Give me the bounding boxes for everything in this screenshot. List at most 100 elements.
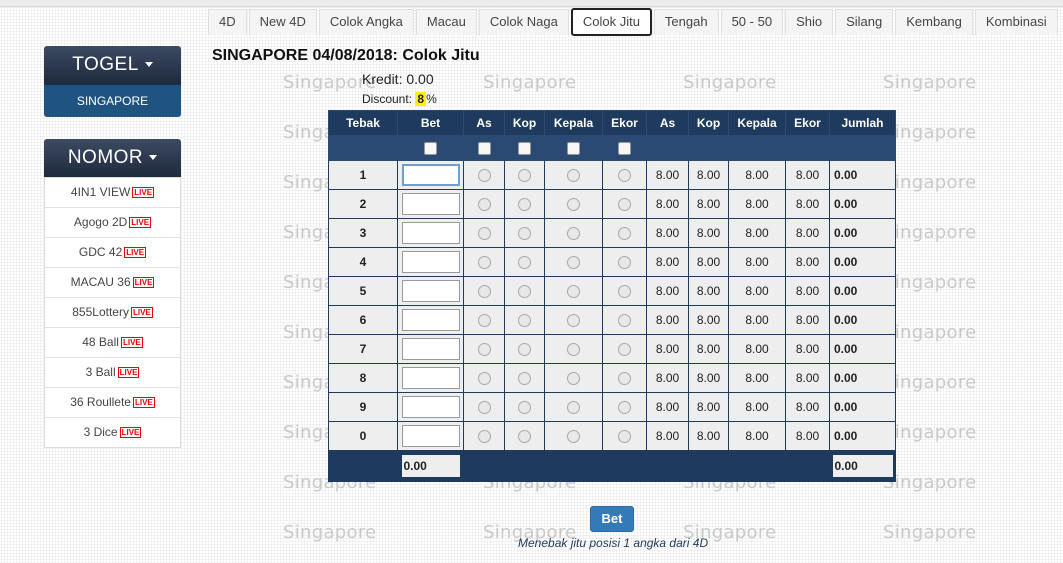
- ekor-radio[interactable]: [618, 314, 631, 328]
- as-radio[interactable]: [477, 227, 491, 241]
- ekor-radio[interactable]: [618, 256, 631, 270]
- as-radio[interactable]: [477, 343, 491, 357]
- bet-input[interactable]: [401, 309, 460, 331]
- kop-radio[interactable]: [518, 372, 531, 386]
- togel-panel: TOGEL SINGAPORE: [44, 46, 181, 117]
- bet-button[interactable]: Bet: [590, 506, 634, 532]
- kop-radio[interactable]: [518, 343, 531, 357]
- watermark-text: Singapore: [883, 372, 977, 393]
- bet-input[interactable]: [401, 338, 460, 360]
- bet-input[interactable]: [401, 425, 460, 447]
- empty-cell: [544, 450, 603, 482]
- kepala-radio[interactable]: [567, 314, 580, 328]
- nomor-dropdown[interactable]: NOMOR: [44, 139, 181, 177]
- empty-cell: [602, 450, 647, 482]
- kepala-radio[interactable]: [567, 372, 580, 386]
- kop-radio[interactable]: [518, 285, 531, 299]
- ekor-radio[interactable]: [618, 343, 631, 357]
- bet-input[interactable]: [401, 193, 460, 215]
- kop-radio[interactable]: [518, 198, 531, 212]
- kepala-radio[interactable]: [567, 227, 580, 241]
- kepala-radio[interactable]: [567, 401, 580, 415]
- tab-macau[interactable]: Macau: [415, 9, 477, 35]
- as-radio[interactable]: [477, 430, 491, 444]
- ekor-radio[interactable]: [618, 169, 631, 183]
- nomor-item[interactable]: GDC 42 LIVE: [45, 237, 180, 267]
- discount-value: 8: [415, 92, 427, 106]
- nomor-item[interactable]: 3 Ball LIVE: [45, 357, 180, 387]
- as-radio[interactable]: [477, 285, 491, 299]
- kop-radio-cell: [504, 392, 545, 422]
- ekor-radio[interactable]: [618, 285, 631, 299]
- kop-radio[interactable]: [518, 314, 531, 328]
- as-radio[interactable]: [477, 401, 491, 415]
- kepala-radio-cell: [544, 218, 603, 248]
- kop-radio[interactable]: [518, 401, 531, 415]
- tab-silang[interactable]: Silang: [835, 9, 894, 35]
- tab-kombinasi[interactable]: Kombinasi: [974, 9, 1058, 35]
- as-radio[interactable]: [477, 169, 491, 183]
- bet-input[interactable]: [401, 251, 460, 273]
- bet-input[interactable]: [401, 280, 460, 302]
- nomor-item[interactable]: MACAU 36 LIVE: [45, 267, 180, 297]
- bet-input[interactable]: [401, 396, 460, 418]
- as-odds: 8.00: [646, 189, 689, 219]
- as-radio[interactable]: [477, 372, 491, 386]
- select-all-as-checkbox[interactable]: [477, 142, 491, 156]
- kop-radio[interactable]: [518, 430, 531, 444]
- nomor-item[interactable]: 48 Ball LIVE: [45, 327, 180, 357]
- togel-dropdown[interactable]: TOGEL: [44, 46, 181, 84]
- kepala-radio[interactable]: [567, 256, 580, 270]
- tab-colok-jitu[interactable]: Colok Jitu: [570, 8, 652, 36]
- kop-radio[interactable]: [518, 256, 531, 270]
- kepala-radio[interactable]: [567, 169, 580, 183]
- tab-shio[interactable]: Shio: [785, 9, 834, 35]
- select-all-bet-checkbox[interactable]: [424, 142, 437, 156]
- as-odds: 8.00: [646, 421, 689, 451]
- kepala-radio[interactable]: [567, 343, 580, 357]
- as-radio[interactable]: [477, 314, 491, 328]
- tab-4d[interactable]: 4D: [208, 9, 247, 35]
- nomor-item[interactable]: 3 Dice LIVE: [45, 417, 180, 447]
- kop-all-cell: [504, 135, 545, 161]
- bet-input[interactable]: [401, 222, 460, 244]
- kop-odds: 8.00: [688, 421, 729, 451]
- select-all-kepala-checkbox[interactable]: [567, 142, 580, 156]
- kepala-radio[interactable]: [567, 198, 580, 212]
- nomor-item-label: MACAU 36: [70, 275, 131, 289]
- select-all-ekor-checkbox[interactable]: [618, 142, 631, 156]
- kepala-odds: 8.00: [728, 421, 786, 451]
- as-radio[interactable]: [477, 256, 491, 270]
- ekor-radio-cell: [602, 276, 647, 306]
- nomor-item[interactable]: 36 Roullete LIVE: [45, 387, 180, 417]
- ekor-radio[interactable]: [618, 401, 631, 415]
- kop-radio[interactable]: [518, 169, 531, 183]
- ekor-radio[interactable]: [618, 372, 631, 386]
- tab-50-50[interactable]: 50 - 50: [720, 9, 784, 35]
- market-singapore[interactable]: SINGAPORE: [44, 84, 181, 117]
- nomor-item[interactable]: 4IN1 VIEW LIVE: [45, 178, 180, 207]
- page-title: SINGAPORE 04/08/2018: Colok Jitu: [212, 47, 480, 64]
- kepala-radio[interactable]: [567, 430, 580, 444]
- nomor-item[interactable]: 855Lottery LIVE: [45, 297, 180, 327]
- ekor-radio[interactable]: [618, 227, 631, 241]
- bet-input[interactable]: [401, 164, 460, 186]
- nomor-item[interactable]: Agogo 2D LIVE: [45, 207, 180, 237]
- jumlah-value: 0.00: [829, 276, 896, 306]
- ekor-radio[interactable]: [618, 198, 631, 212]
- ekor-radio[interactable]: [618, 430, 631, 444]
- kepala-odds: 8.00: [728, 247, 786, 277]
- bet-cell: [397, 421, 464, 451]
- bet-input[interactable]: [401, 367, 460, 389]
- tab-tengah[interactable]: Tengah: [653, 9, 719, 35]
- column-header: As: [463, 110, 505, 136]
- tab-new-4d[interactable]: New 4D: [248, 9, 317, 35]
- tab-kembang[interactable]: Kembang: [895, 9, 973, 35]
- as-radio[interactable]: [477, 198, 491, 212]
- kepala-radio[interactable]: [567, 285, 580, 299]
- jumlah-value: 0.00: [829, 392, 896, 422]
- tab-colok-naga[interactable]: Colok Naga: [478, 9, 569, 35]
- tab-colok-angka[interactable]: Colok Angka: [318, 9, 414, 35]
- select-all-kop-checkbox[interactable]: [518, 142, 531, 156]
- kop-radio[interactable]: [518, 227, 531, 241]
